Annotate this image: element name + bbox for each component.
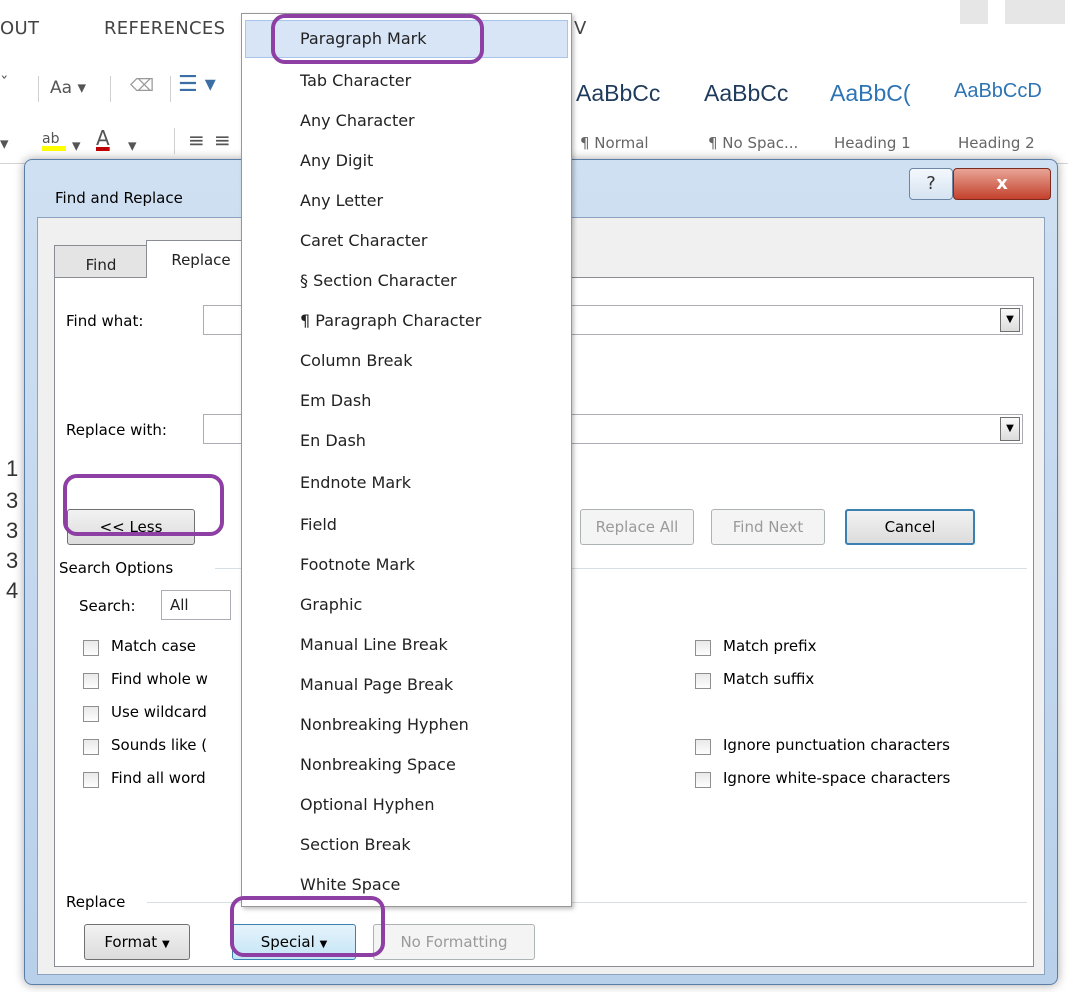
menu-item-manual-line-break[interactable]: Manual Line Break bbox=[245, 626, 568, 664]
ribbon-tab-references[interactable]: REFERENCES bbox=[104, 18, 225, 39]
chevron-down-icon[interactable]: ▼ bbox=[1000, 417, 1020, 441]
ribbon-arrow: ▾ bbox=[128, 136, 137, 156]
menu-item-manual-page-break[interactable]: Manual Page Break bbox=[245, 666, 568, 704]
no-formatting-button[interactable]: No Formatting bbox=[373, 924, 535, 960]
special-menu: Paragraph Mark Tab Character Any Charact… bbox=[241, 13, 572, 907]
find-next-button[interactable]: Find Next bbox=[711, 509, 825, 545]
use-wildcards-checkbox[interactable] bbox=[83, 706, 99, 722]
font-color-button[interactable]: A bbox=[96, 126, 110, 150]
find-all-word-forms-label[interactable]: Find all word bbox=[111, 769, 206, 787]
sounds-like-label[interactable]: Sounds like ( bbox=[111, 736, 207, 754]
ignore-punctuation-checkbox[interactable] bbox=[695, 739, 711, 755]
find-all-word-forms-checkbox[interactable] bbox=[83, 772, 99, 788]
dialog-title: Find and Replace bbox=[55, 189, 183, 207]
match-suffix-label[interactable]: Match suffix bbox=[723, 670, 814, 688]
align-center-icon[interactable]: ≡ bbox=[214, 128, 231, 152]
font-dropdown-edge[interactable]: ˇ bbox=[0, 74, 9, 94]
find-whole-words-checkbox[interactable] bbox=[83, 673, 99, 689]
document-text: 3 bbox=[6, 518, 19, 543]
match-prefix-checkbox[interactable] bbox=[695, 640, 711, 656]
ignore-white-space-checkbox[interactable] bbox=[695, 772, 711, 788]
tab-find[interactable]: Find bbox=[54, 245, 148, 278]
menu-item-graphic[interactable]: Graphic bbox=[245, 586, 568, 624]
sounds-like-checkbox[interactable] bbox=[83, 739, 99, 755]
style-normal[interactable]: AaBbCc ¶ Normal bbox=[572, 58, 660, 153]
clear-formatting-icon[interactable]: ⌫ bbox=[130, 76, 154, 96]
document-text: 3 bbox=[6, 488, 19, 513]
menu-item-em-dash[interactable]: Em Dash bbox=[245, 382, 568, 420]
text-highlight-button[interactable]: ab bbox=[42, 128, 66, 151]
document-text: 3 bbox=[6, 548, 19, 573]
menu-item-white-space[interactable]: White Space bbox=[245, 866, 568, 904]
ribbon-arrow: ▾ bbox=[72, 136, 81, 156]
document-text: 4 bbox=[6, 578, 19, 603]
search-direction-select[interactable]: All bbox=[161, 590, 231, 620]
menu-item-any-character[interactable]: Any Character bbox=[245, 102, 568, 140]
replace-group-label: Replace bbox=[66, 893, 126, 911]
ribbon-arrow: ▾ bbox=[0, 134, 9, 154]
replace-all-button[interactable]: Replace All bbox=[580, 509, 694, 545]
menu-item-paragraph-character[interactable]: ¶ Paragraph Character bbox=[245, 302, 568, 340]
chevron-down-icon: ▼ bbox=[161, 939, 170, 950]
ribbon-tab-view[interactable]: V bbox=[574, 18, 587, 39]
ignore-punctuation-label[interactable]: Ignore punctuation characters bbox=[723, 736, 950, 754]
menu-item-paragraph-mark[interactable]: Paragraph Mark bbox=[245, 20, 568, 58]
ribbon-decoration bbox=[960, 0, 988, 24]
find-what-label: Find what: bbox=[66, 312, 144, 330]
search-options-label: Search Options bbox=[59, 559, 174, 577]
menu-item-any-letter[interactable]: Any Letter bbox=[245, 182, 568, 220]
find-whole-words-label[interactable]: Find whole w bbox=[111, 670, 208, 688]
menu-item-optional-hyphen[interactable]: Optional Hyphen bbox=[245, 786, 568, 824]
change-case-button[interactable]: Aa ▾ bbox=[50, 78, 86, 98]
replace-with-label: Replace with: bbox=[66, 421, 167, 439]
close-button[interactable]: x bbox=[953, 168, 1051, 200]
match-case-checkbox[interactable] bbox=[83, 640, 99, 656]
cancel-button[interactable]: Cancel bbox=[845, 509, 975, 545]
menu-item-caret-character[interactable]: Caret Character bbox=[245, 222, 568, 260]
style-heading-2[interactable]: AaBbCcD Heading 2 bbox=[950, 58, 1042, 153]
ribbon-separator bbox=[38, 76, 39, 102]
ribbon-separator bbox=[110, 76, 111, 102]
match-suffix-checkbox[interactable] bbox=[695, 673, 711, 689]
align-left-icon[interactable]: ≡ bbox=[188, 128, 205, 152]
ribbon-tab-layout[interactable]: OUT bbox=[0, 18, 39, 39]
use-wildcards-label[interactable]: Use wildcard bbox=[111, 703, 207, 721]
chevron-down-icon[interactable]: ▼ bbox=[1000, 308, 1020, 332]
less-button[interactable]: << Less bbox=[67, 509, 195, 545]
special-button[interactable]: Special ▼ bbox=[232, 924, 356, 960]
search-label: Search: bbox=[79, 597, 136, 615]
menu-item-footnote-mark[interactable]: Footnote Mark bbox=[245, 546, 568, 584]
menu-item-any-digit[interactable]: Any Digit bbox=[245, 142, 568, 180]
document-text: 1 bbox=[6, 456, 19, 481]
ignore-white-space-label[interactable]: Ignore white-space characters bbox=[723, 769, 950, 787]
match-prefix-label[interactable]: Match prefix bbox=[723, 637, 816, 655]
menu-item-section-break[interactable]: Section Break bbox=[245, 826, 568, 864]
chevron-down-icon: ▼ bbox=[319, 939, 328, 950]
close-icon: x bbox=[996, 173, 1008, 194]
match-case-label[interactable]: Match case bbox=[111, 637, 196, 655]
menu-item-nonbreaking-hyphen[interactable]: Nonbreaking Hyphen bbox=[245, 706, 568, 744]
bullets-icon[interactable]: ☰ ▾ bbox=[178, 72, 216, 97]
menu-item-column-break[interactable]: Column Break bbox=[245, 342, 568, 380]
ribbon-separator bbox=[174, 128, 175, 154]
menu-item-endnote-mark[interactable]: Endnote Mark bbox=[245, 464, 568, 502]
format-button[interactable]: Format ▼ bbox=[84, 924, 190, 960]
menu-item-section-character[interactable]: § Section Character bbox=[245, 262, 568, 300]
ribbon-decoration bbox=[1005, 0, 1065, 24]
ribbon-separator bbox=[170, 76, 171, 102]
menu-item-tab-character[interactable]: Tab Character bbox=[245, 62, 568, 100]
menu-item-en-dash[interactable]: En Dash bbox=[245, 422, 568, 460]
help-button[interactable]: ? bbox=[909, 168, 953, 200]
style-heading-1[interactable]: AaBbC( Heading 1 bbox=[826, 58, 911, 153]
menu-item-nonbreaking-space[interactable]: Nonbreaking Space bbox=[245, 746, 568, 784]
style-no-spacing[interactable]: AaBbCc ¶ No Spac... bbox=[700, 58, 798, 153]
tab-replace[interactable]: Replace bbox=[146, 240, 256, 278]
menu-item-field[interactable]: Field bbox=[245, 506, 568, 544]
